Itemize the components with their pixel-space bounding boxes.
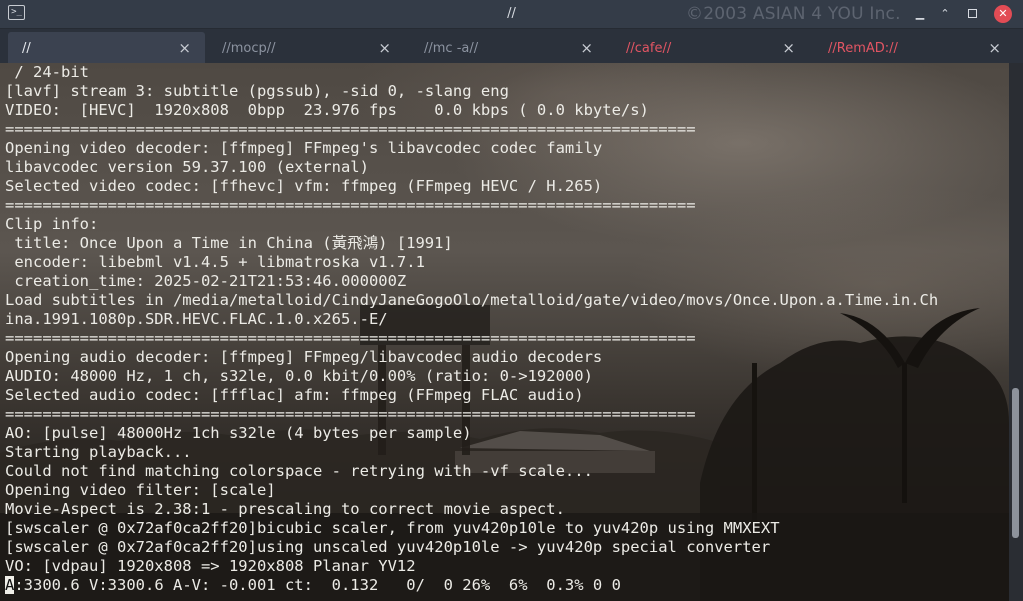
scrollbar[interactable] [1009,63,1023,601]
close-icon[interactable]: ✕ [994,5,1012,23]
tab-label: // [22,41,31,56]
terminal-line: ========================================… [5,196,696,214]
terminal-lines: / 24-bit [lavf] stream 3: subtitle (pgssu… [5,63,938,595]
maximize-icon[interactable] [964,6,980,22]
close-tab-icon[interactable]: × [378,39,391,57]
terminal-line: Could not find matching colorspace - ret… [5,462,593,480]
terminal-line: creation_time: 2025-02-21T21:53:46.00000… [5,272,407,290]
terminal-line: Clip info: [5,215,99,233]
terminal-line: Starting playback... [5,443,192,461]
tab-label: //cafe// [626,41,672,56]
status-line: A:3300.6 V:3300.6 A-V: -0.001 ct: 0.132 … [5,576,938,595]
tab-remad[interactable]: //RemAD:// × [814,32,1015,63]
terminal-line: [swscaler @ 0x72af0ca2ff20]using unscale… [5,538,771,556]
terminal-line: / 24-bit [5,63,89,81]
tab-label: //mc -a// [424,41,479,56]
tab-mc[interactable]: //mc -a// × [410,32,607,63]
terminal-line: ========================================… [5,329,696,347]
terminal-line: [lavf] stream 3: subtitle (pgssub), -sid… [5,82,509,100]
terminal-line: Movie-Aspect is 2.38:1 - prescaling to c… [5,500,565,518]
terminal-line: Selected video codec: [ffhevc] vfm: ffmp… [5,177,603,195]
close-tab-icon[interactable]: × [178,39,191,57]
terminal-line: encoder: libebml v1.4.5 + libmatroska v1… [5,253,425,271]
close-tab-icon[interactable]: × [988,39,1001,57]
tab-mocp[interactable]: //mocp// × [208,32,405,63]
tab-cafe[interactable]: //cafe// × [612,32,809,63]
terminal-line: libavcodec version 59.37.100 (external) [5,158,369,176]
terminal-line: ina.1991.1080p.SDR.HEVC.FLAC.1.0.x265.-E… [5,310,388,328]
terminal-line: ========================================… [5,120,696,138]
terminal-line: Opening audio decoder: [ffmpeg] FFmpeg/l… [5,348,603,366]
terminal-output[interactable]: / 24-bit [lavf] stream 3: subtitle (pgssu… [0,63,1009,601]
terminal-line: title: Once Upon a Time in China (黃飛鴻) [… [5,234,453,252]
tab-bar: // × //mocp// × //mc -a// × //cafe// × /… [0,29,1023,63]
window-titlebar[interactable]: >_ // ©2003 ASIAN 4 YOU Inc. ▁ ⌃ ✕ [0,0,1023,29]
tab-label: //RemAD:// [828,41,898,56]
watermark-text: ©2003 ASIAN 4 YOU Inc. [686,4,901,24]
terminal-line: AO: [pulse] 48000Hz 1ch s32le (4 bytes p… [5,424,472,442]
terminal-line: Load subtitles in /media/metalloid/Cindy… [5,291,939,309]
close-tab-icon[interactable]: × [580,39,593,57]
terminal-line: Opening video decoder: [ffmpeg] FFmpeg's… [5,139,603,157]
tab-root[interactable]: // × [8,32,205,63]
status-text: :3300.6 V:3300.6 A-V: -0.001 ct: 0.132 0… [14,576,621,594]
terminal-line: VIDEO: [HEVC] 1920x808 0bpp 23.976 fps 0… [5,101,649,119]
terminal-line: VO: [vdpau] 1920x808 => 1920x808 Planar … [5,557,416,575]
close-tab-icon[interactable]: × [782,39,795,57]
terminal-line: ========================================… [5,405,696,423]
shade-icon[interactable]: ▁ [912,6,928,22]
text-cursor: A [5,576,15,594]
terminal-line: Opening video filter: [scale] [5,481,276,499]
tab-label: //mocp// [222,41,276,56]
minimize-icon[interactable]: ⌃ [937,6,953,22]
scrollbar-thumb[interactable] [1012,388,1019,538]
terminal-line: [swscaler @ 0x72af0ca2ff20]bicubic scale… [5,519,780,537]
terminal-line: AUDIO: 48000 Hz, 1 ch, s32le, 0.0 kbit/0… [5,367,593,385]
terminal-line: Selected audio codec: [ffflac] afm: ffmp… [5,386,584,404]
